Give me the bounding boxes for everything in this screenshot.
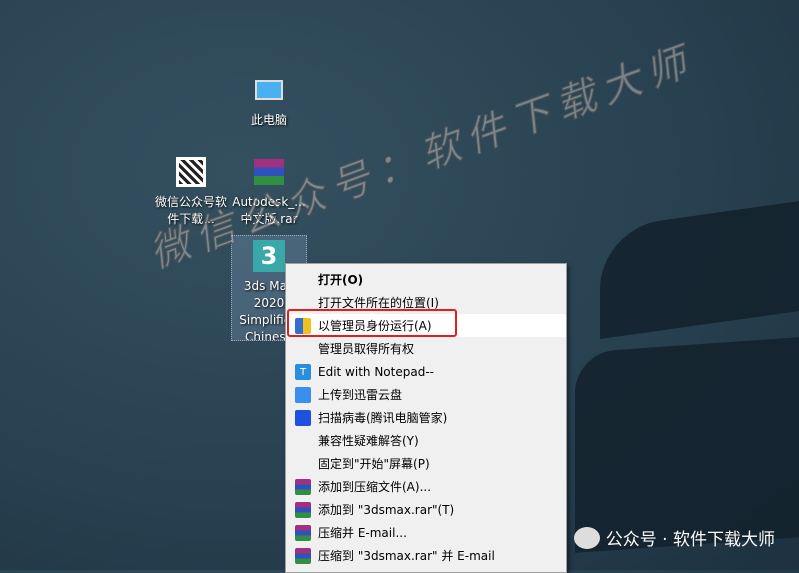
context-menu-item[interactable]: 打开(O) <box>286 268 566 291</box>
menu-item-label: 扫描病毒(腾讯电脑管家) <box>318 411 448 425</box>
menu-item-label: 兼容性疑难解答(Y) <box>318 434 419 448</box>
winrar-icon <box>251 154 287 190</box>
context-menu-item[interactable]: 兼容性疑难解答(Y) <box>286 429 566 452</box>
winrar-icon <box>295 525 311 541</box>
winrar-icon <box>295 548 311 564</box>
icon-label: 此电脑 <box>250 113 287 127</box>
winrar-icon <box>295 502 311 518</box>
icon-label: Autodesk_...中文版.rar <box>232 195 306 226</box>
context-menu-item[interactable]: 压缩到 "3dsmax.rar" 并 E-mail <box>286 544 566 567</box>
icon-label: 微信公众号软件下载... <box>154 195 227 226</box>
notepad-icon: T <box>295 364 311 380</box>
3dsmax-icon: 3 <box>251 238 287 274</box>
windows-logo-pane <box>600 200 799 340</box>
footer-brand: 公众号 · 软件下载大师 <box>573 525 775 550</box>
menu-item-label: 打开(O) <box>318 273 364 287</box>
qrcode-icon <box>173 154 209 190</box>
menu-item-label: 固定到"开始"屏幕(P) <box>318 457 430 471</box>
context-menu-item[interactable]: 管理员取得所有权 <box>286 337 566 360</box>
menu-item-label: 压缩到 "3dsmax.rar" 并 E-mail <box>318 549 495 563</box>
context-menu-item[interactable]: 上传到迅雷云盘 <box>286 383 566 406</box>
footer-text: 公众号 · 软件下载大师 <box>605 530 775 550</box>
context-menu-item[interactable]: 扫描病毒(腾讯电脑管家) <box>286 406 566 429</box>
menu-item-label: 添加到 "3dsmax.rar"(T) <box>318 503 455 517</box>
menu-item-label: 添加到压缩文件(A)... <box>318 480 432 494</box>
desktop-icon-rar[interactable]: Autodesk_...中文版.rar <box>231 154 307 228</box>
context-menu-item[interactable]: 添加到 "3dsmax.rar"(T) <box>286 498 566 521</box>
menu-item-label: 上传到迅雷云盘 <box>318 388 403 402</box>
thunder-icon <box>295 387 311 403</box>
context-menu-item[interactable]: 压缩并 E-mail... <box>286 521 566 544</box>
context-menu-item[interactable]: 固定到"开始"屏幕(P) <box>286 452 566 475</box>
menu-item-label: Edit with Notepad-- <box>318 364 434 379</box>
tencent-shield-icon <box>295 410 311 426</box>
windows-logo-pane <box>575 337 799 553</box>
highlight-box <box>287 309 457 337</box>
winrar-icon <box>295 479 311 495</box>
computer-icon <box>251 72 287 108</box>
wechat-icon <box>573 526 600 549</box>
menu-item-label: 压缩并 E-mail... <box>318 526 407 540</box>
menu-item-label: 管理员取得所有权 <box>318 342 415 356</box>
context-menu-item[interactable]: 添加到压缩文件(A)... <box>286 475 566 498</box>
desktop-icon-qrcode[interactable]: 微信公众号软件下载... <box>153 154 229 228</box>
context-menu-item[interactable]: T Edit with Notepad-- <box>286 360 566 383</box>
desktop-icon-this-pc[interactable]: 此电脑 <box>231 72 307 129</box>
